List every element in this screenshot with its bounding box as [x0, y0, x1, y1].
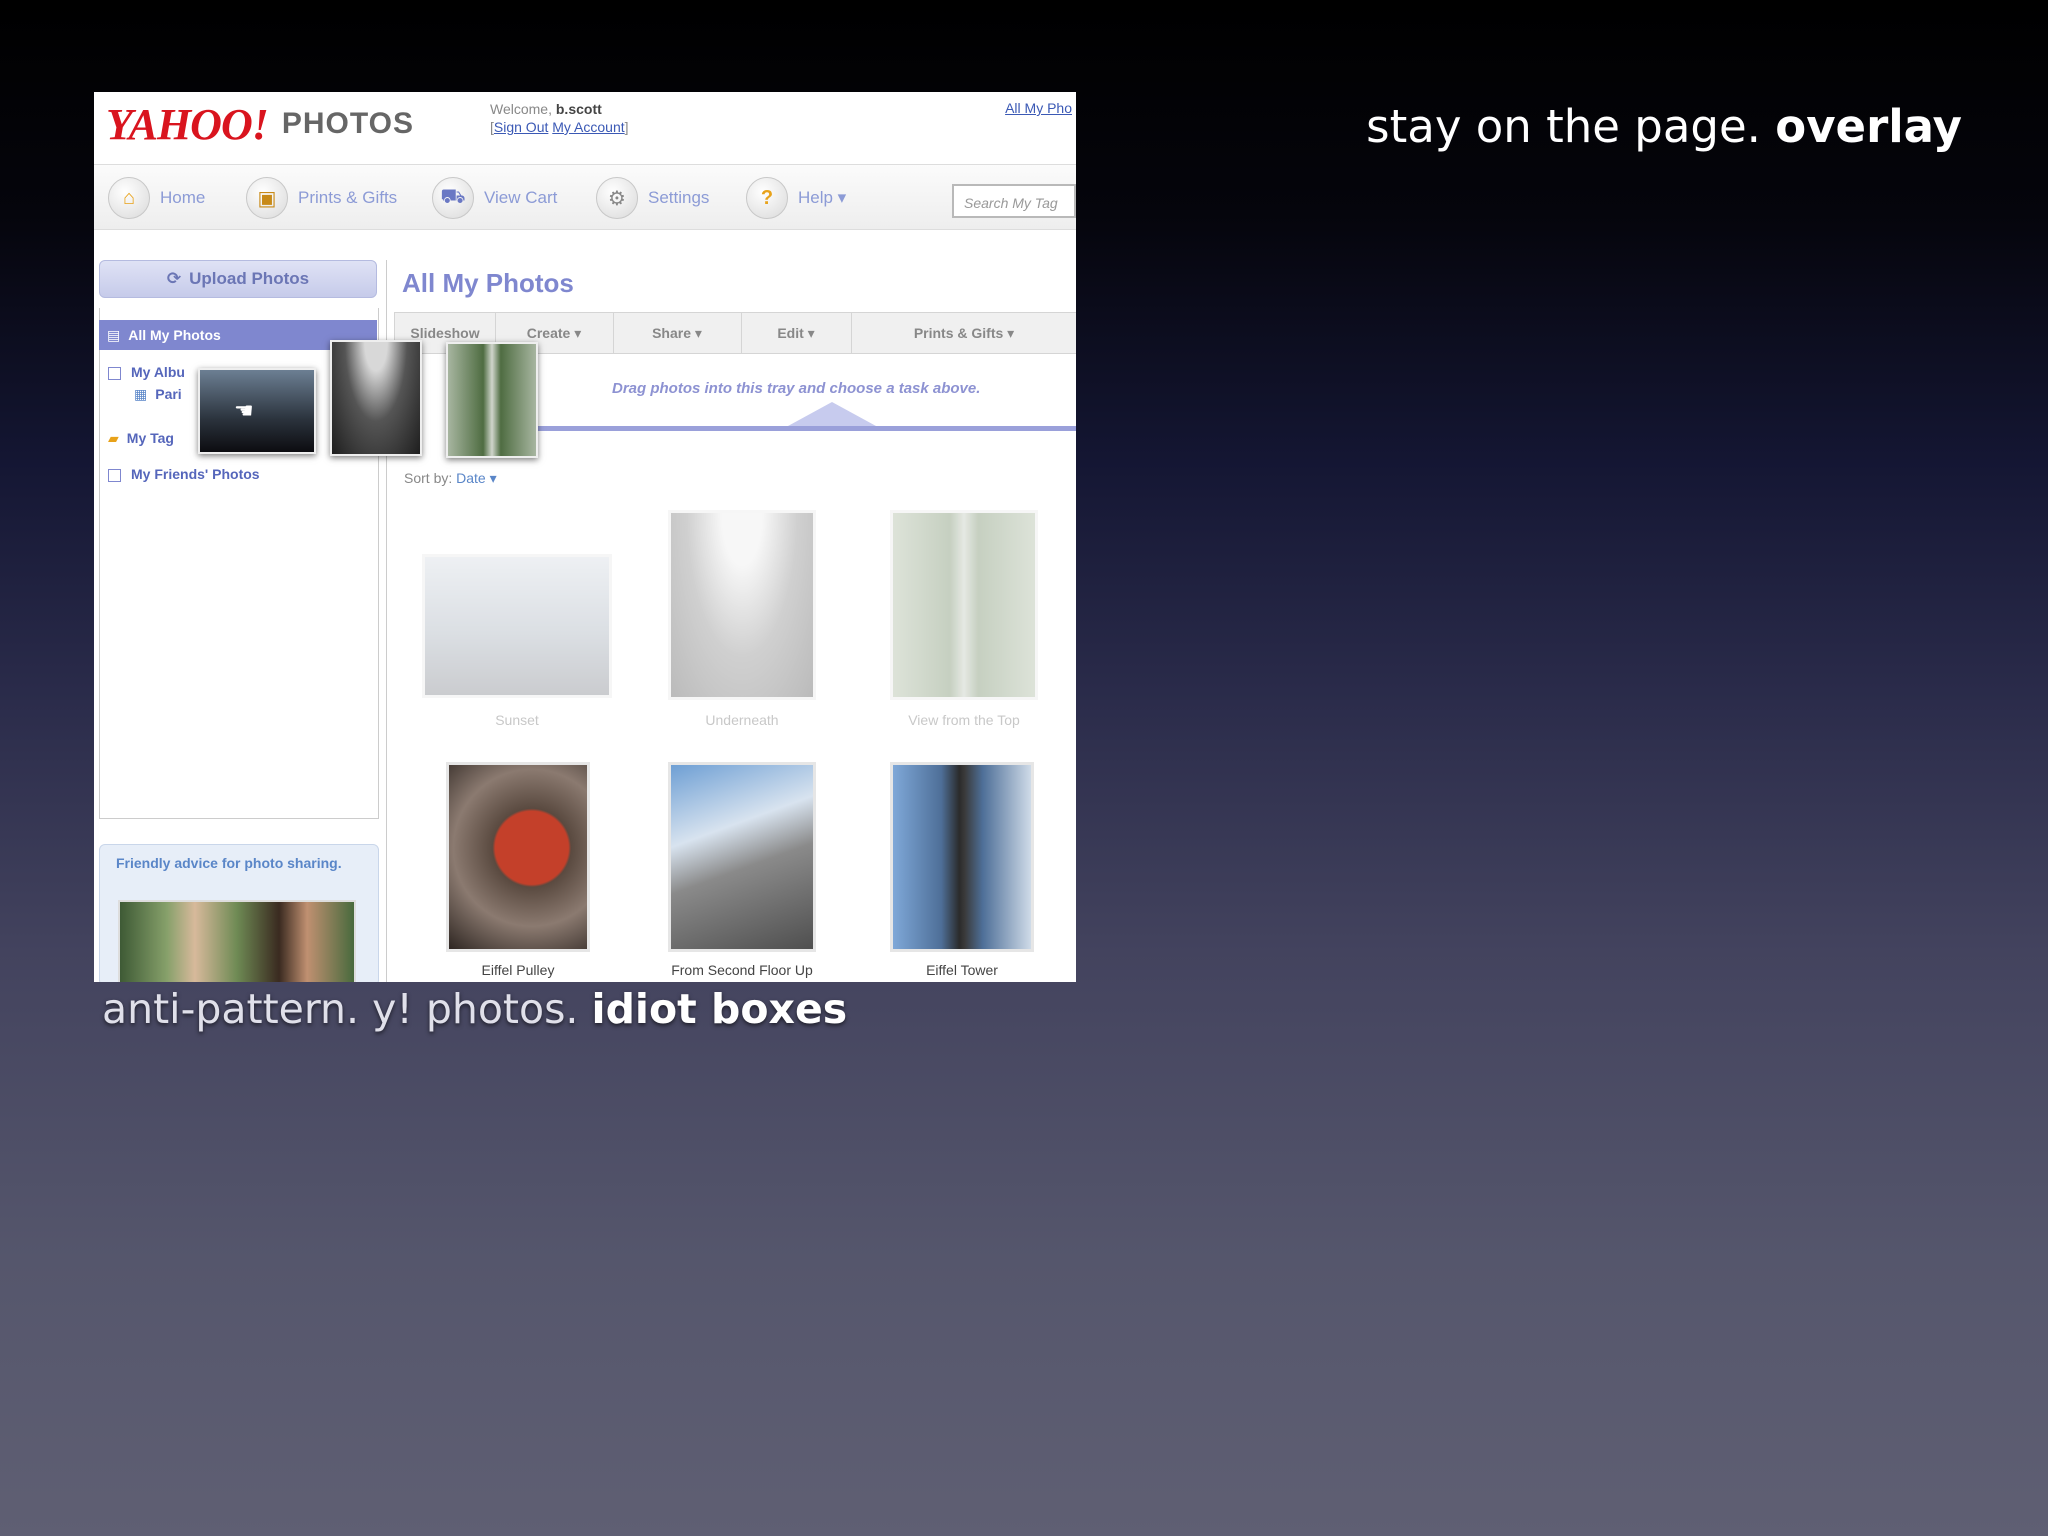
sidebar-item-my-albums-label: My Albu: [131, 364, 185, 380]
sidebar-item-my-albums[interactable]: My Albu: [108, 364, 185, 380]
upload-photos-label: Upload Photos: [189, 269, 310, 288]
advice-photo[interactable]: [118, 900, 356, 982]
photo-thumb-eiffel-tower[interactable]: [890, 762, 1034, 952]
photo-thumb-view-from-top[interactable]: [890, 510, 1038, 700]
sidebar-item-my-tags-label: My Tag: [126, 430, 174, 446]
nav-home-label: Home: [160, 188, 206, 207]
upload-photos-button[interactable]: ⟳ Upload Photos: [99, 260, 377, 298]
username: b.scott: [555, 101, 602, 117]
sort-dropdown[interactable]: Date ▾: [456, 470, 497, 486]
nav-settings-label: Settings: [648, 188, 710, 207]
yahoo-photos-logo[interactable]: YAHOO! PHOTOS: [106, 96, 414, 152]
welcome-label: Welcome,: [490, 101, 552, 117]
photo-label-view-from-top: View from the Top: [908, 712, 1020, 728]
tray-pointer: [788, 402, 876, 426]
slide-title-plain: stay on the page.: [1366, 100, 1761, 153]
nav-settings[interactable]: ⚙ Settings: [596, 177, 710, 219]
logo-subtitle: PHOTOS: [281, 107, 414, 140]
all-my-photos-top-link[interactable]: All My Pho: [1005, 100, 1072, 116]
dragged-photo-view-from-top[interactable]: [446, 342, 538, 458]
nav-view-cart-label: View Cart: [484, 188, 558, 207]
photo-label-eiffel-pulley: Eiffel Pulley: [481, 962, 555, 978]
calendar-icon: ▦: [134, 386, 148, 402]
nav-view-cart[interactable]: ⛟ View Cart: [432, 177, 558, 219]
slide-title: stay on the page. overlay: [1366, 100, 1962, 153]
expand-icon: [108, 366, 121, 380]
nav-home[interactable]: ⌂ Home: [108, 177, 206, 219]
caption-plain: anti-pattern. y! photos.: [102, 985, 579, 1033]
tray-hint: Drag photos into this tray and choose a …: [612, 380, 981, 397]
hand-cursor-icon: ☚: [234, 398, 254, 423]
dragged-photo-underneath[interactable]: [330, 340, 422, 456]
welcome-block: Welcome, b.scott [Sign Out My Account]: [490, 101, 629, 135]
photo-thumb-second-floor[interactable]: [668, 762, 816, 952]
home-icon: ⌂: [108, 177, 150, 219]
nav-prints-gifts[interactable]: ▣ Prints & Gifts: [246, 177, 398, 219]
sidebar-item-paris-album[interactable]: ▦ Pari: [134, 386, 182, 403]
tab-prints-gifts[interactable]: Prints & Gifts ▾: [851, 313, 1076, 353]
tab-share[interactable]: Share ▾: [613, 313, 742, 353]
photo-thumb-underneath[interactable]: [668, 510, 816, 700]
sidebar-item-friends-photos[interactable]: My Friends' Photos: [108, 466, 260, 482]
caption-bold: idiot boxes: [591, 985, 848, 1033]
yahoo-photos-screenshot: YAHOO! PHOTOS Welcome, b.scott [Sign Out…: [94, 92, 1076, 982]
tab-edit[interactable]: Edit ▾: [741, 313, 852, 353]
photo-label-underneath: Underneath: [705, 712, 779, 728]
sidebar-item-friends-photos-label: My Friends' Photos: [131, 466, 260, 482]
sidebar-item-all-my-photos-label: All My Photos: [128, 327, 221, 343]
sort-control[interactable]: Sort by: Date ▾: [404, 470, 497, 487]
photo-thumb-sunset[interactable]: [422, 554, 612, 698]
my-account-link[interactable]: My Account: [552, 119, 624, 135]
nav-help-label: Help ▾: [798, 188, 847, 207]
cart-icon: ⛟: [432, 177, 474, 219]
slide-caption: anti-pattern. y! photos. idiot boxes: [102, 985, 847, 1033]
search-tags-input[interactable]: Search My Tag: [952, 184, 1076, 218]
advice-text[interactable]: Friendly advice for photo sharing.: [116, 854, 346, 872]
nav-help[interactable]: ? Help ▾: [746, 177, 847, 219]
sort-label: Sort by:: [404, 470, 453, 486]
nav-prints-gifts-label: Prints & Gifts: [298, 188, 398, 207]
expand-icon: [108, 468, 121, 482]
sign-out-link[interactable]: Sign Out: [494, 119, 548, 135]
sidebar-item-my-tags[interactable]: ▰ My Tag: [108, 430, 174, 447]
photo-tray-drop-zone[interactable]: [498, 426, 1076, 431]
logo-text: YAHOO!: [106, 99, 269, 149]
help-icon: ?: [746, 177, 788, 219]
tag-folder-icon: ▰: [108, 430, 119, 446]
photo-label-sunset: Sunset: [495, 712, 539, 728]
wrench-icon: ⚙: [596, 177, 638, 219]
gift-icon: ▣: [246, 177, 288, 219]
photos-icon: ▤: [107, 326, 121, 343]
upload-icon: ⟳: [166, 269, 182, 288]
photo-label-eiffel-tower: Eiffel Tower: [926, 962, 998, 978]
photo-thumb-eiffel-pulley[interactable]: [446, 762, 590, 952]
page-title: All My Photos: [402, 268, 574, 298]
main-nav-bar: [94, 164, 1076, 230]
dragged-photo-sunset[interactable]: [198, 368, 316, 454]
photo-label-second-floor: From Second Floor Up: [671, 962, 813, 978]
slide-title-bold: overlay: [1775, 100, 1962, 153]
sidebar-item-paris-label: Pari: [155, 386, 182, 402]
